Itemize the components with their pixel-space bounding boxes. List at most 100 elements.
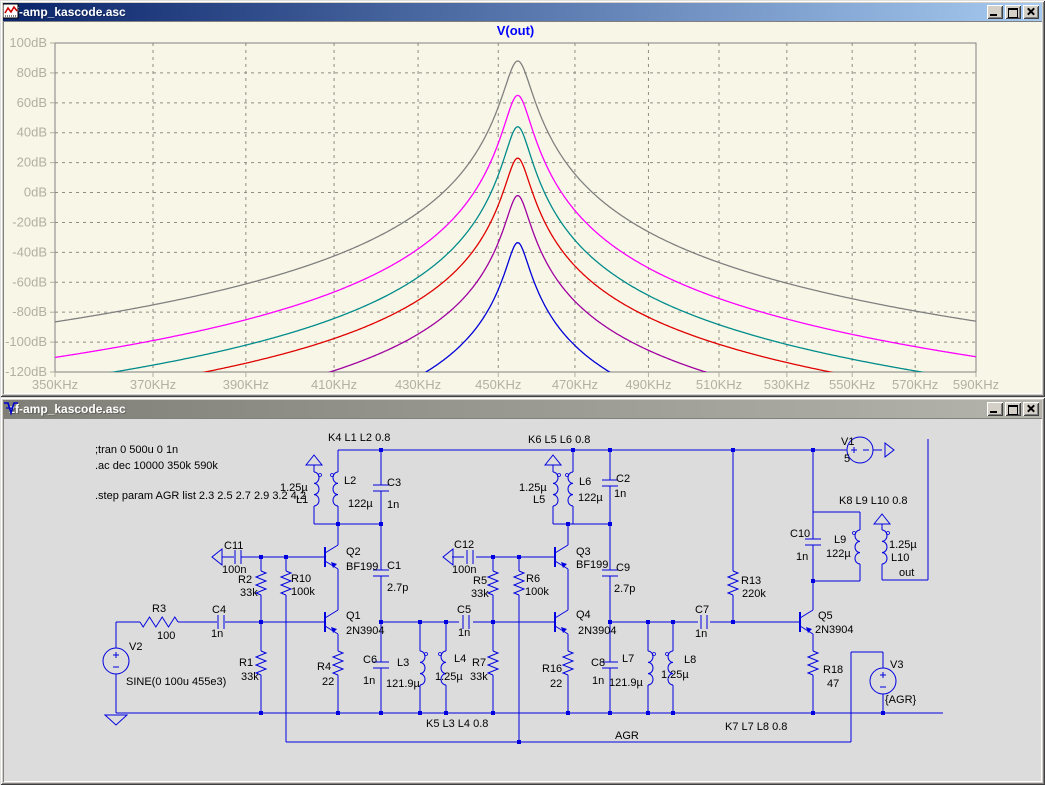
svg-text:5: 5 xyxy=(844,453,850,465)
svg-text:2N3904: 2N3904 xyxy=(815,624,854,636)
svg-text:20dB: 20dB xyxy=(17,155,47,170)
svg-text:350KHz: 350KHz xyxy=(32,377,78,392)
svg-text:V(out): V(out) xyxy=(497,23,535,38)
svg-text:530KHz: 530KHz xyxy=(764,377,810,392)
svg-text:C8: C8 xyxy=(591,657,605,669)
svg-text:33k: 33k xyxy=(471,588,489,600)
svg-text:2N3904: 2N3904 xyxy=(578,625,617,637)
svg-text:C1: C1 xyxy=(387,560,401,572)
svg-text:L2: L2 xyxy=(344,475,356,487)
svg-text:-80dB: -80dB xyxy=(12,304,47,319)
svg-text:K6 L5 L6 0.8: K6 L5 L6 0.8 xyxy=(528,434,590,446)
svg-text:122µ: 122µ xyxy=(578,492,603,504)
waveform-plot[interactable]: 100dB80dB60dB40dB20dB0dB-20dB-40dB-60dB-… xyxy=(3,21,1040,392)
svg-text:-40dB: -40dB xyxy=(12,244,47,259)
maximize-button[interactable] xyxy=(1005,402,1021,416)
svg-text:450KHz: 450KHz xyxy=(475,377,521,392)
svg-text:L6: L6 xyxy=(579,476,591,488)
waveform-window: zf-amp_kascode.asc 100dB80dB60dB40dB20dB… xyxy=(0,0,1045,397)
svg-text:BF199: BF199 xyxy=(576,559,608,571)
svg-text:C12: C12 xyxy=(454,539,474,551)
svg-text:K5 L3 L4 0.8: K5 L3 L4 0.8 xyxy=(426,718,488,730)
svg-text:{AGR}: {AGR} xyxy=(885,694,917,706)
svg-text:1n: 1n xyxy=(796,551,808,563)
svg-text:100: 100 xyxy=(157,630,175,642)
svg-text:K7 L7 L8 0.8: K7 L7 L8 0.8 xyxy=(725,721,787,733)
minimize-button[interactable] xyxy=(987,402,1003,416)
svg-text:1.25µ: 1.25µ xyxy=(661,669,689,681)
svg-text:1n: 1n xyxy=(211,628,223,640)
close-button[interactable] xyxy=(1023,402,1039,416)
close-button[interactable] xyxy=(1023,5,1039,19)
svg-text:Q2: Q2 xyxy=(346,546,361,558)
waveform-window-title: zf-amp_kascode.asc xyxy=(9,5,987,19)
svg-text:1n: 1n xyxy=(614,488,626,500)
svg-text:22: 22 xyxy=(550,678,562,690)
svg-text:122µ: 122µ xyxy=(826,548,851,560)
waveform-titlebar[interactable]: zf-amp_kascode.asc xyxy=(3,3,1042,21)
svg-text:C3: C3 xyxy=(387,477,401,489)
svg-text:C6: C6 xyxy=(363,654,377,666)
svg-text:L7: L7 xyxy=(622,653,634,665)
svg-text:K4 L1 L2 0.8: K4 L1 L2 0.8 xyxy=(328,432,390,444)
svg-text:430KHz: 430KHz xyxy=(395,377,441,392)
svg-text:121.9µ: 121.9µ xyxy=(386,678,421,690)
svg-text:C2: C2 xyxy=(616,473,630,485)
svg-text:L3: L3 xyxy=(397,657,409,669)
svg-text:1.25µ: 1.25µ xyxy=(435,671,463,683)
svg-text:122µ: 122µ xyxy=(348,498,373,510)
svg-text:L5: L5 xyxy=(533,494,545,506)
svg-text:L4: L4 xyxy=(454,653,466,665)
waveform-icon xyxy=(3,3,19,19)
svg-text:2N3904: 2N3904 xyxy=(346,625,385,637)
svg-text:AGR: AGR xyxy=(615,730,639,742)
schematic-window: zf-amp_kascode.asc ;tran 0 500u 0 1n.ac … xyxy=(0,397,1045,785)
svg-text:33k: 33k xyxy=(241,671,259,683)
svg-text:L9: L9 xyxy=(834,534,846,546)
svg-text:R18: R18 xyxy=(823,664,843,676)
svg-text:R4: R4 xyxy=(317,661,331,673)
svg-text:390KHz: 390KHz xyxy=(223,377,269,392)
svg-text:L1: L1 xyxy=(296,494,308,506)
svg-text:L8: L8 xyxy=(684,654,696,666)
svg-text:V2: V2 xyxy=(129,641,142,653)
schematic-window-controls xyxy=(987,402,1039,416)
svg-text:R16: R16 xyxy=(542,663,562,675)
svg-text:R6: R6 xyxy=(526,573,540,585)
waveform-pane[interactable]: 100dB80dB60dB40dB20dB0dB-20dB-40dB-60dB-… xyxy=(3,21,1042,394)
svg-text:80dB: 80dB xyxy=(17,65,47,80)
minimize-button[interactable] xyxy=(987,5,1003,19)
svg-text:370KHz: 370KHz xyxy=(130,377,176,392)
svg-text:Q5: Q5 xyxy=(818,610,833,622)
svg-text:V1: V1 xyxy=(841,436,854,448)
svg-text:BF199: BF199 xyxy=(346,561,378,573)
svg-text:C9: C9 xyxy=(616,562,630,574)
svg-text:22: 22 xyxy=(322,676,334,688)
schematic-canvas[interactable]: ;tran 0 500u 0 1n.ac dec 10000 350k 590k… xyxy=(3,418,1040,777)
maximize-button[interactable] xyxy=(1005,5,1021,19)
schematic-icon xyxy=(3,400,19,416)
svg-text:SINE(0 100u 455e3): SINE(0 100u 455e3) xyxy=(126,676,226,688)
svg-text:220k: 220k xyxy=(742,588,766,600)
svg-text:33k: 33k xyxy=(240,587,258,599)
svg-text:Q1: Q1 xyxy=(346,610,361,622)
svg-text:100dB: 100dB xyxy=(9,35,47,50)
svg-text:V3: V3 xyxy=(890,659,903,671)
svg-text:1.25µ: 1.25µ xyxy=(519,482,547,494)
svg-text:-60dB: -60dB xyxy=(12,274,47,289)
svg-text:1n: 1n xyxy=(592,675,604,687)
svg-text:R10: R10 xyxy=(291,573,311,585)
svg-text:R5: R5 xyxy=(473,575,487,587)
svg-text:1.25µ: 1.25µ xyxy=(280,482,308,494)
svg-text:2.7p: 2.7p xyxy=(387,582,408,594)
svg-text:1n: 1n xyxy=(695,628,707,640)
svg-text:R13: R13 xyxy=(741,575,761,587)
svg-text:0dB: 0dB xyxy=(24,185,47,200)
svg-text:1n: 1n xyxy=(458,627,470,639)
svg-text:510KHz: 510KHz xyxy=(696,377,742,392)
schematic-titlebar[interactable]: zf-amp_kascode.asc xyxy=(3,400,1042,418)
ltspice-desktop: zf-amp_kascode.asc 100dB80dB60dB40dB20dB… xyxy=(0,0,1045,785)
svg-text:C11: C11 xyxy=(224,540,243,552)
schematic-pane[interactable]: ;tran 0 500u 0 1n.ac dec 10000 350k 590k… xyxy=(3,418,1042,782)
svg-text:Q3: Q3 xyxy=(576,546,591,558)
